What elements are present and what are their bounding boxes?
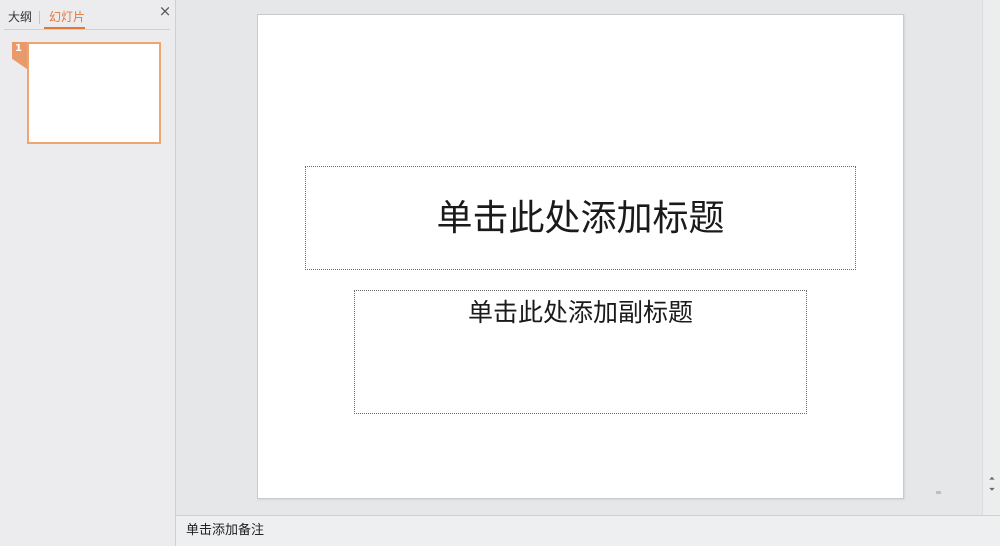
slides-pane: 大纲 幻灯片 × 1 bbox=[0, 0, 176, 546]
pane-tabs: 大纲 幻灯片 bbox=[0, 0, 175, 30]
title-placeholder[interactable]: 单击此处添加标题 bbox=[305, 166, 856, 270]
notes-area[interactable]: 单击添加备注 bbox=[176, 515, 1000, 546]
notes-placeholder: 单击添加备注 bbox=[186, 523, 265, 538]
close-icon[interactable]: × bbox=[158, 4, 172, 19]
previous-slide-icon[interactable]: ⏶ bbox=[986, 474, 998, 484]
next-slide-icon[interactable]: ⏷ bbox=[986, 485, 998, 495]
resize-grip-icon bbox=[936, 491, 941, 494]
tab-divider bbox=[39, 11, 40, 24]
vertical-scrollbar[interactable]: ⏶ ⏷ bbox=[982, 0, 1000, 515]
tab-slides[interactable]: 幻灯片 bbox=[49, 9, 85, 25]
slide-thumbnail[interactable] bbox=[27, 42, 161, 144]
presentation-app: 大纲 幻灯片 × 1 单击此处添加标题 单击此处添加副标题 ⏶ ⏷ 单击添加备注 bbox=[0, 0, 1000, 546]
subtitle-placeholder[interactable]: 单击此处添加副标题 bbox=[354, 290, 807, 414]
tab-outline[interactable]: 大纲 bbox=[8, 9, 32, 25]
tabs-divider-line bbox=[4, 29, 170, 30]
slide-number: 1 bbox=[15, 43, 22, 54]
